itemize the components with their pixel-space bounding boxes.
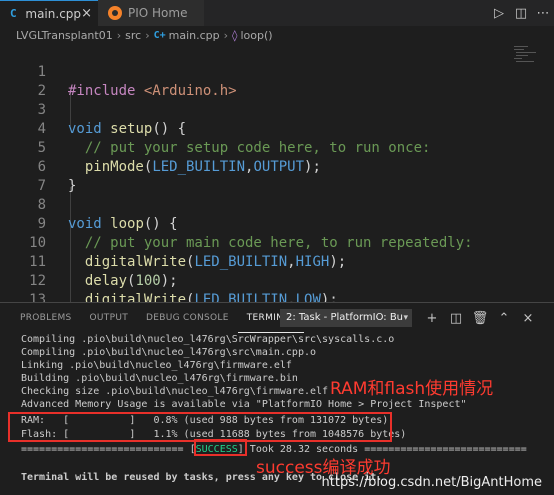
watermark: https://blog.csdn.net/BigAntHome — [321, 475, 542, 490]
code-line: 3 void setup() { — [0, 82, 186, 137]
code-line: 11 delay(100); — [0, 234, 177, 289]
code-line: 13 delay(100); — [0, 272, 46, 302]
code-comment: // put your main code here, to run repea… — [84, 235, 473, 251]
panel-actions: + ◫ 🗑 ⌃ × — [420, 309, 540, 327]
code-line: 7 — [0, 158, 46, 194]
ram-flash-highlight-box — [8, 412, 392, 442]
breadcrumb-separator: › — [145, 28, 150, 42]
terminal-line: Linking .pio\build\nucleo_l476rg\firmwar… — [21, 360, 292, 371]
code-token: () { — [143, 216, 178, 232]
code-token: <Arduino.h> — [143, 83, 237, 99]
code-token: 100 — [135, 273, 161, 289]
breadcrumb-file[interactable]: main.cpp — [169, 29, 220, 42]
terminal-line: Advanced Memory Usage is available via "… — [21, 399, 467, 410]
code-token: loop — [110, 216, 144, 232]
code-token: setup — [110, 121, 153, 137]
terminal-select-value: 2: Task - PlatformIO: Bu — [286, 312, 404, 323]
code-line: 12 digitalWrite(LED_BUILTIN,LOW); — [0, 253, 338, 302]
code-token: HIGH — [295, 254, 330, 270]
code-token: digitalWrite — [84, 254, 187, 270]
code-token: LED_BUILTIN — [152, 159, 246, 175]
tab-debug-console[interactable]: DEBUG CONSOLE — [137, 303, 238, 333]
platformio-icon — [108, 6, 122, 20]
more-actions-icon[interactable]: ⋯ — [532, 6, 554, 21]
terminal-line: Building .pio\build\nucleo_l476rg\firmwa… — [21, 373, 298, 384]
code-line: 5 pinMode(LED_BUILTIN,OUTPUT); — [0, 120, 321, 175]
code-token: delay — [84, 273, 128, 289]
run-icon[interactable]: ▷ — [488, 6, 510, 21]
tab-label: PIO Home — [128, 6, 188, 20]
tab-main-cpp[interactable]: C main.cpp × — [0, 0, 98, 26]
editor-actions: ▷ ◫ ⋯ — [488, 0, 554, 26]
breadcrumb: LVGLTransplant01 › src › C+ main.cpp › ◊… — [0, 26, 554, 44]
code-token: LED_BUILTIN — [194, 254, 288, 270]
breadcrumb-separator: › — [223, 28, 229, 42]
code-line: 2 — [0, 63, 46, 99]
code-line: 14 — [0, 291, 34, 302]
tab-output[interactable]: OUTPUT — [81, 303, 137, 333]
code-line: 8 void loop() { — [0, 177, 178, 232]
close-icon[interactable]: × — [81, 6, 92, 21]
tab-pio-home[interactable]: PIO Home — [98, 0, 204, 26]
chevron-up-icon[interactable]: ⌃ — [492, 311, 516, 326]
tab-problems[interactable]: PROBLEMS — [0, 303, 81, 333]
code-token: void — [68, 216, 102, 232]
code-token: #include — [68, 83, 136, 99]
breadcrumb-folder[interactable]: src — [125, 29, 141, 42]
code-token: OUTPUT — [253, 159, 305, 175]
code-token: LOW — [295, 292, 321, 302]
chevron-down-icon: ▾ — [403, 313, 408, 323]
code-line: 6 } — [0, 139, 77, 194]
breadcrumb-separator: › — [116, 28, 122, 42]
code-token: } — [68, 178, 77, 194]
code-line: 10 digitalWrite(LED_BUILTIN,HIGH); — [0, 215, 346, 270]
code-token: void — [68, 121, 102, 137]
code-token: () { — [152, 121, 187, 137]
ram-flash-annotation: RAM和flash使用情况 — [330, 379, 494, 399]
minimap[interactable] — [514, 44, 544, 64]
terminal-line: Checking size .pio\build\nucleo_l476rg\f… — [21, 386, 329, 397]
terminal-line: Compiling .pio\build\nucleo_l476rg\SrcWr… — [21, 334, 395, 345]
cpp-file-icon: C+ — [153, 29, 166, 41]
function-icon: ◊ — [232, 28, 238, 42]
code-token: pinMode — [84, 159, 144, 175]
code-comment: // put your setup code here, to run once… — [84, 140, 431, 156]
code-editor[interactable]: 1 #include <Arduino.h> 2 3 void setup() … — [0, 44, 554, 302]
code-token: digitalWrite — [84, 292, 187, 302]
panel-tabs: PROBLEMS OUTPUT DEBUG CONSOLE TERMINAL — [0, 303, 304, 333]
tab-label: main.cpp — [25, 6, 82, 21]
terminal-line: Compiling .pio\build\nucleo_l476rg\src\m… — [21, 347, 317, 358]
success-prefix: =========================== [ — [21, 444, 196, 455]
trash-icon[interactable]: 🗑 — [468, 311, 492, 326]
code-token: LED_BUILTIN — [194, 292, 288, 302]
split-editor-icon[interactable]: ◫ — [510, 6, 532, 21]
breadcrumb-project[interactable]: LVGLTransplant01 — [16, 29, 113, 42]
cpp-file-icon: C — [10, 6, 17, 20]
editor-tab-bar: C main.cpp × PIO Home ▷ ◫ ⋯ — [0, 0, 554, 26]
close-icon[interactable]: × — [516, 311, 540, 326]
code-line: 1 #include <Arduino.h> — [0, 44, 237, 99]
split-terminal-icon[interactable]: ◫ — [444, 311, 468, 326]
code-line: 4 // put your setup code here, to run on… — [0, 101, 431, 156]
breadcrumb-symbol[interactable]: loop() — [240, 29, 272, 42]
success-highlight-box — [194, 439, 247, 456]
code-line: 9 // put your main code here, to run rep… — [0, 196, 473, 251]
terminal-select[interactable]: 2: Task - PlatformIO: Bu ▾ — [280, 309, 412, 327]
new-terminal-icon[interactable]: + — [420, 311, 444, 326]
